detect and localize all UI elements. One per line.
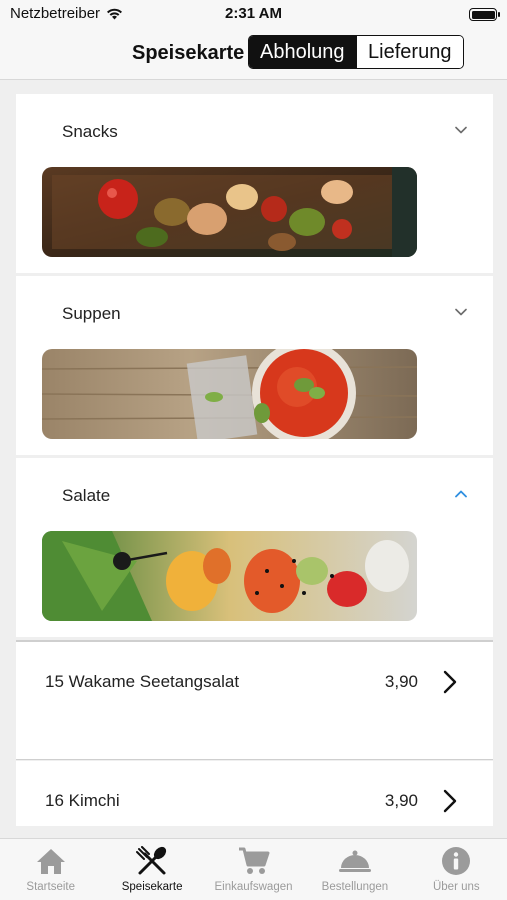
segment-abholung[interactable]: Abholung <box>249 36 356 68</box>
tab-label: Startseite <box>26 881 75 893</box>
category-label: Snacks <box>62 122 118 141</box>
chevron-right-icon[interactable] <box>443 670 457 694</box>
chevron-right-icon[interactable] <box>443 789 457 813</box>
menu-item-price: 3,90 <box>384 791 418 810</box>
page-title: Speisekarte <box>132 42 245 64</box>
chevron-up-icon <box>455 490 467 498</box>
tab-label: Einkaufswagen <box>214 881 293 893</box>
menu-list[interactable]: Snacks Suppen Salate 15 Wakame Seetangsa… <box>16 94 493 826</box>
category-suppen[interactable]: Suppen <box>16 276 493 455</box>
menu-item-row[interactable]: 16 Kimchi 3,90 <box>16 761 493 826</box>
tab-label: Bestellungen <box>321 881 389 893</box>
tomato-soup-image <box>42 349 417 439</box>
menu-item-price: 3,90 <box>384 672 418 691</box>
tab-bestellungen[interactable]: Bestellungen <box>304 839 405 900</box>
info-icon <box>439 845 473 877</box>
grilled-skewers-image <box>42 167 417 257</box>
status-time: 2:31 AM <box>225 5 282 22</box>
tab-ueber-uns[interactable]: Über uns <box>406 839 507 900</box>
cloche-icon <box>338 845 372 877</box>
tab-bar: Startseite Speisekarte Einkaufswagen Bes… <box>0 838 507 900</box>
segment-lieferung[interactable]: Lieferung <box>355 36 463 68</box>
category-label: Suppen <box>62 304 121 323</box>
cart-icon <box>237 845 271 877</box>
menu-item-name: 15 Wakame Seetangsalat <box>45 672 240 691</box>
category-salate[interactable]: Salate <box>16 458 493 637</box>
category-snacks[interactable]: Snacks <box>16 94 493 273</box>
tab-speisekarte[interactable]: Speisekarte <box>101 839 202 900</box>
chevron-down-icon <box>455 308 467 316</box>
status-bar: Netzbetreiber 2:31 AM <box>0 0 507 28</box>
salad-image <box>42 531 417 621</box>
order-type-segmented-control: Abholung Lieferung <box>248 35 464 69</box>
menu-item-row[interactable]: 15 Wakame Seetangsalat 3,90 <box>16 642 493 760</box>
tab-label: Speisekarte <box>121 881 183 893</box>
chevron-down-icon <box>455 126 467 134</box>
navigation-bar: Speisekarte Abholung Lieferung <box>0 28 507 80</box>
tab-label: Über uns <box>432 881 480 893</box>
battery-icon <box>469 8 500 21</box>
home-icon <box>34 845 68 877</box>
menu-item-name: 16 Kimchi <box>45 791 120 810</box>
tab-startseite[interactable]: Startseite <box>0 839 101 900</box>
tab-einkaufswagen[interactable]: Einkaufswagen <box>203 839 304 900</box>
category-label: Salate <box>62 486 111 505</box>
utensils-icon <box>135 845 169 877</box>
